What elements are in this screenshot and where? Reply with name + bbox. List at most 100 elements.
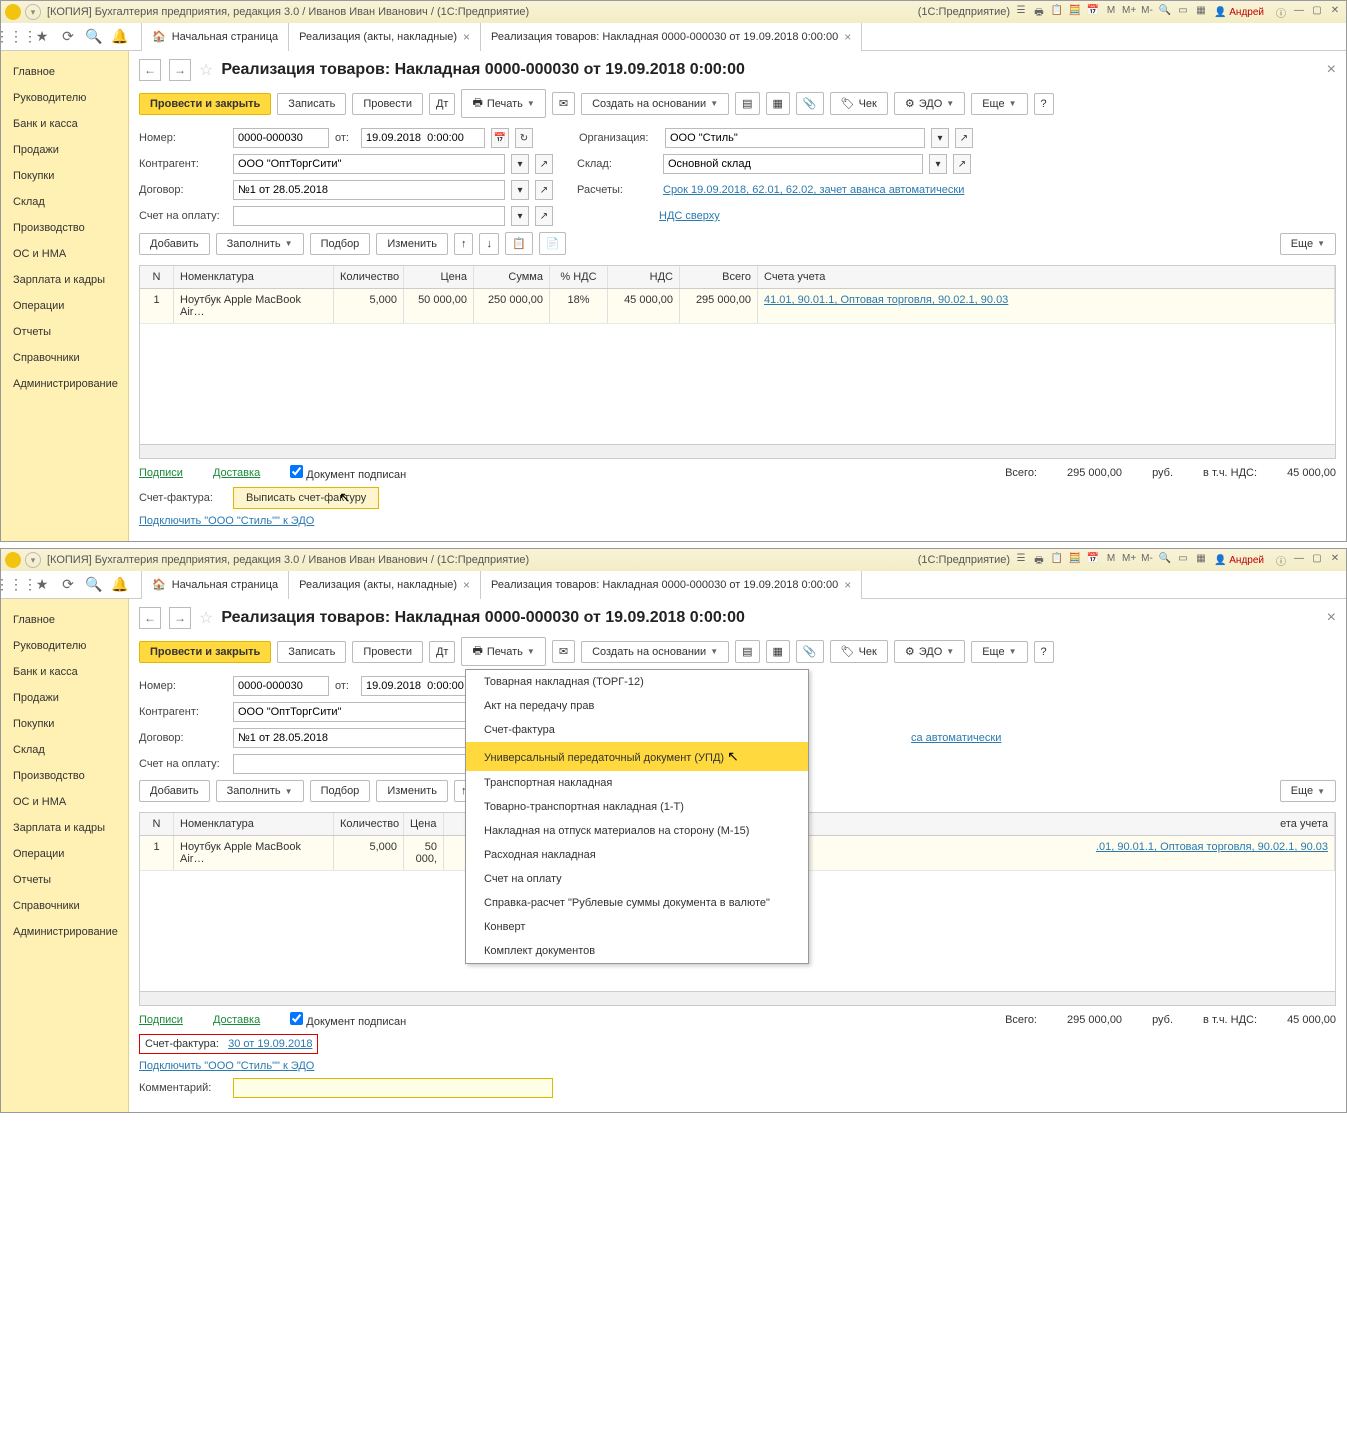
bell-icon[interactable]: 🔔	[111, 28, 129, 46]
invoice-link[interactable]: 30 от 19.09.2018	[228, 1038, 312, 1050]
col-vatpct[interactable]: % НДС	[550, 266, 608, 288]
sidebar-item[interactable]: Продажи	[1, 685, 128, 711]
titlebar-tool[interactable]: 🔍	[1158, 5, 1172, 19]
col-acc[interactable]: Счета учета	[758, 266, 1335, 288]
save-button[interactable]: Записать	[277, 93, 346, 115]
titlebar-tool[interactable]: 🖶	[1032, 553, 1046, 567]
close-icon[interactable]: ✕	[1328, 553, 1342, 567]
dt-kt-icon[interactable]: Дт	[429, 641, 456, 663]
menu-item[interactable]: Товарно-транспортная накладная (1-Т)	[466, 795, 808, 819]
tab-close-icon[interactable]: ×	[844, 578, 851, 592]
info-icon[interactable]: ⓘ	[1274, 5, 1288, 19]
mail-icon[interactable]: ✉	[552, 92, 575, 115]
refresh-icon[interactable]: ↻	[515, 128, 533, 148]
edit-button[interactable]: Изменить	[376, 780, 448, 802]
dropdown-icon[interactable]: ▾	[25, 552, 41, 568]
menu-item-upd[interactable]: Универсальный передаточный документ (УПД…	[466, 742, 808, 771]
edo-button[interactable]: ⚙ ЭДО ▼	[894, 92, 965, 115]
reg-icon[interactable]: ▤	[735, 640, 759, 663]
apps-icon[interactable]: ⋮⋮⋮	[7, 576, 25, 594]
user-badge[interactable]: 👤 Андрей	[1214, 7, 1264, 18]
attach-icon[interactable]: 📎	[796, 640, 824, 663]
bell-icon[interactable]: 🔔	[111, 576, 129, 594]
col-n[interactable]: N	[140, 813, 174, 835]
sidebar-item[interactable]: Справочники	[1, 893, 128, 919]
sidebar-item[interactable]: ОС и НМА	[1, 241, 128, 267]
star-icon[interactable]: ☆	[199, 608, 213, 628]
sidebar-item[interactable]: Отчеты	[1, 319, 128, 345]
menu-item[interactable]: Конверт	[466, 915, 808, 939]
info-icon[interactable]: ⓘ	[1274, 553, 1288, 567]
sidebar-item[interactable]: Операции	[1, 293, 128, 319]
print-button[interactable]: 🖶 Печать ▼	[461, 89, 545, 118]
help-icon[interactable]: ?	[1034, 93, 1054, 115]
delivery-link[interactable]: Доставка	[213, 467, 260, 479]
reg-icon[interactable]: ▤	[735, 92, 759, 115]
copy-icon[interactable]: 📋	[505, 232, 533, 255]
select-button[interactable]: Подбор	[310, 780, 371, 802]
tab-home[interactable]: 🏠 Начальная страница	[142, 571, 289, 599]
user-badge[interactable]: 👤 Андрей	[1214, 555, 1264, 566]
sidebar-item[interactable]: Продажи	[1, 137, 128, 163]
menu-item[interactable]: Комплект документов	[466, 939, 808, 963]
star-icon[interactable]: ☆	[199, 60, 213, 80]
sidebar-item[interactable]: Отчеты	[1, 867, 128, 893]
back-button[interactable]: ←	[139, 59, 161, 81]
menu-item[interactable]: Счет-фактура	[466, 718, 808, 742]
titlebar-tool[interactable]: 🔍	[1158, 553, 1172, 567]
close-icon[interactable]: ✕	[1328, 5, 1342, 19]
select-icon[interactable]: ▾	[511, 154, 529, 174]
paste-icon[interactable]: 📄	[539, 232, 567, 255]
menu-item[interactable]: Счет на оплату	[466, 867, 808, 891]
cell-acc[interactable]: 41.01, 90.01.1, Оптовая торговля, 90.02.…	[758, 289, 1335, 323]
titlebar-tool[interactable]: M	[1104, 553, 1118, 567]
mail-icon[interactable]: ✉	[552, 640, 575, 663]
sidebar-item[interactable]: Производство	[1, 215, 128, 241]
signed-checkbox[interactable]: Документ подписан	[290, 465, 406, 481]
tab-home[interactable]: 🏠 Начальная страница	[142, 23, 289, 51]
edo-connect-link[interactable]: Подключить "ООО "Стиль"" к ЭДО	[139, 1060, 314, 1072]
post-button[interactable]: Провести	[352, 641, 423, 663]
signatures-link[interactable]: Подписи	[139, 467, 183, 479]
tab-list[interactable]: Реализация (акты, накладные) ×	[289, 23, 481, 51]
open-icon[interactable]: ↗	[535, 180, 553, 200]
sidebar-item[interactable]: Банк и касса	[1, 111, 128, 137]
titlebar-tool[interactable]: M+	[1122, 553, 1136, 567]
post-and-close-button[interactable]: Провести и закрыть	[139, 641, 271, 663]
sidebar-item[interactable]: Администрирование	[1, 371, 128, 397]
menu-item[interactable]: Справка-расчет "Рублевые суммы документа…	[466, 891, 808, 915]
sidebar-item[interactable]: Руководителю	[1, 85, 128, 111]
fill-button[interactable]: Заполнить ▼	[216, 233, 304, 255]
table-more-button[interactable]: Еще ▼	[1280, 780, 1336, 802]
struct-icon[interactable]: ▦	[766, 640, 790, 663]
sidebar-item[interactable]: Покупки	[1, 163, 128, 189]
table-more-button[interactable]: Еще ▼	[1280, 233, 1336, 255]
comment-input[interactable]	[233, 1078, 553, 1098]
search-icon[interactable]: 🔍	[85, 28, 103, 46]
save-button[interactable]: Записать	[277, 641, 346, 663]
signatures-link[interactable]: Подписи	[139, 1014, 183, 1026]
titlebar-tool[interactable]: 🖶	[1032, 5, 1046, 19]
sidebar-item[interactable]: Зарплата и кадры	[1, 815, 128, 841]
titlebar-tool[interactable]: 📋	[1050, 5, 1064, 19]
more-button[interactable]: Еще ▼	[971, 93, 1027, 115]
favorite-icon[interactable]: ★	[33, 28, 51, 46]
col-sum[interactable]: Сумма	[474, 266, 550, 288]
tab-document[interactable]: Реализация товаров: Накладная 0000-00003…	[481, 571, 862, 599]
more-button[interactable]: Еще ▼	[971, 641, 1027, 663]
titlebar-tool[interactable]: 🧮	[1068, 5, 1082, 19]
edo-button[interactable]: ⚙ ЭДО ▼	[894, 640, 965, 663]
add-button[interactable]: Добавить	[139, 233, 210, 255]
select-icon[interactable]: ▾	[511, 206, 529, 226]
history-icon[interactable]: ⟳	[59, 576, 77, 594]
tab-list[interactable]: Реализация (акты, накладные) ×	[289, 571, 481, 599]
col-qty[interactable]: Количество	[334, 813, 404, 835]
sidebar-item[interactable]: Главное	[1, 607, 128, 633]
sidebar-item[interactable]: Руководителю	[1, 633, 128, 659]
dropdown-icon[interactable]: ▾	[25, 4, 41, 20]
number-input[interactable]	[233, 676, 329, 696]
select-icon[interactable]: ▾	[511, 180, 529, 200]
sidebar-item[interactable]: Склад	[1, 737, 128, 763]
forward-button[interactable]: →	[169, 607, 191, 629]
calendar-icon[interactable]: 📅	[491, 128, 509, 148]
